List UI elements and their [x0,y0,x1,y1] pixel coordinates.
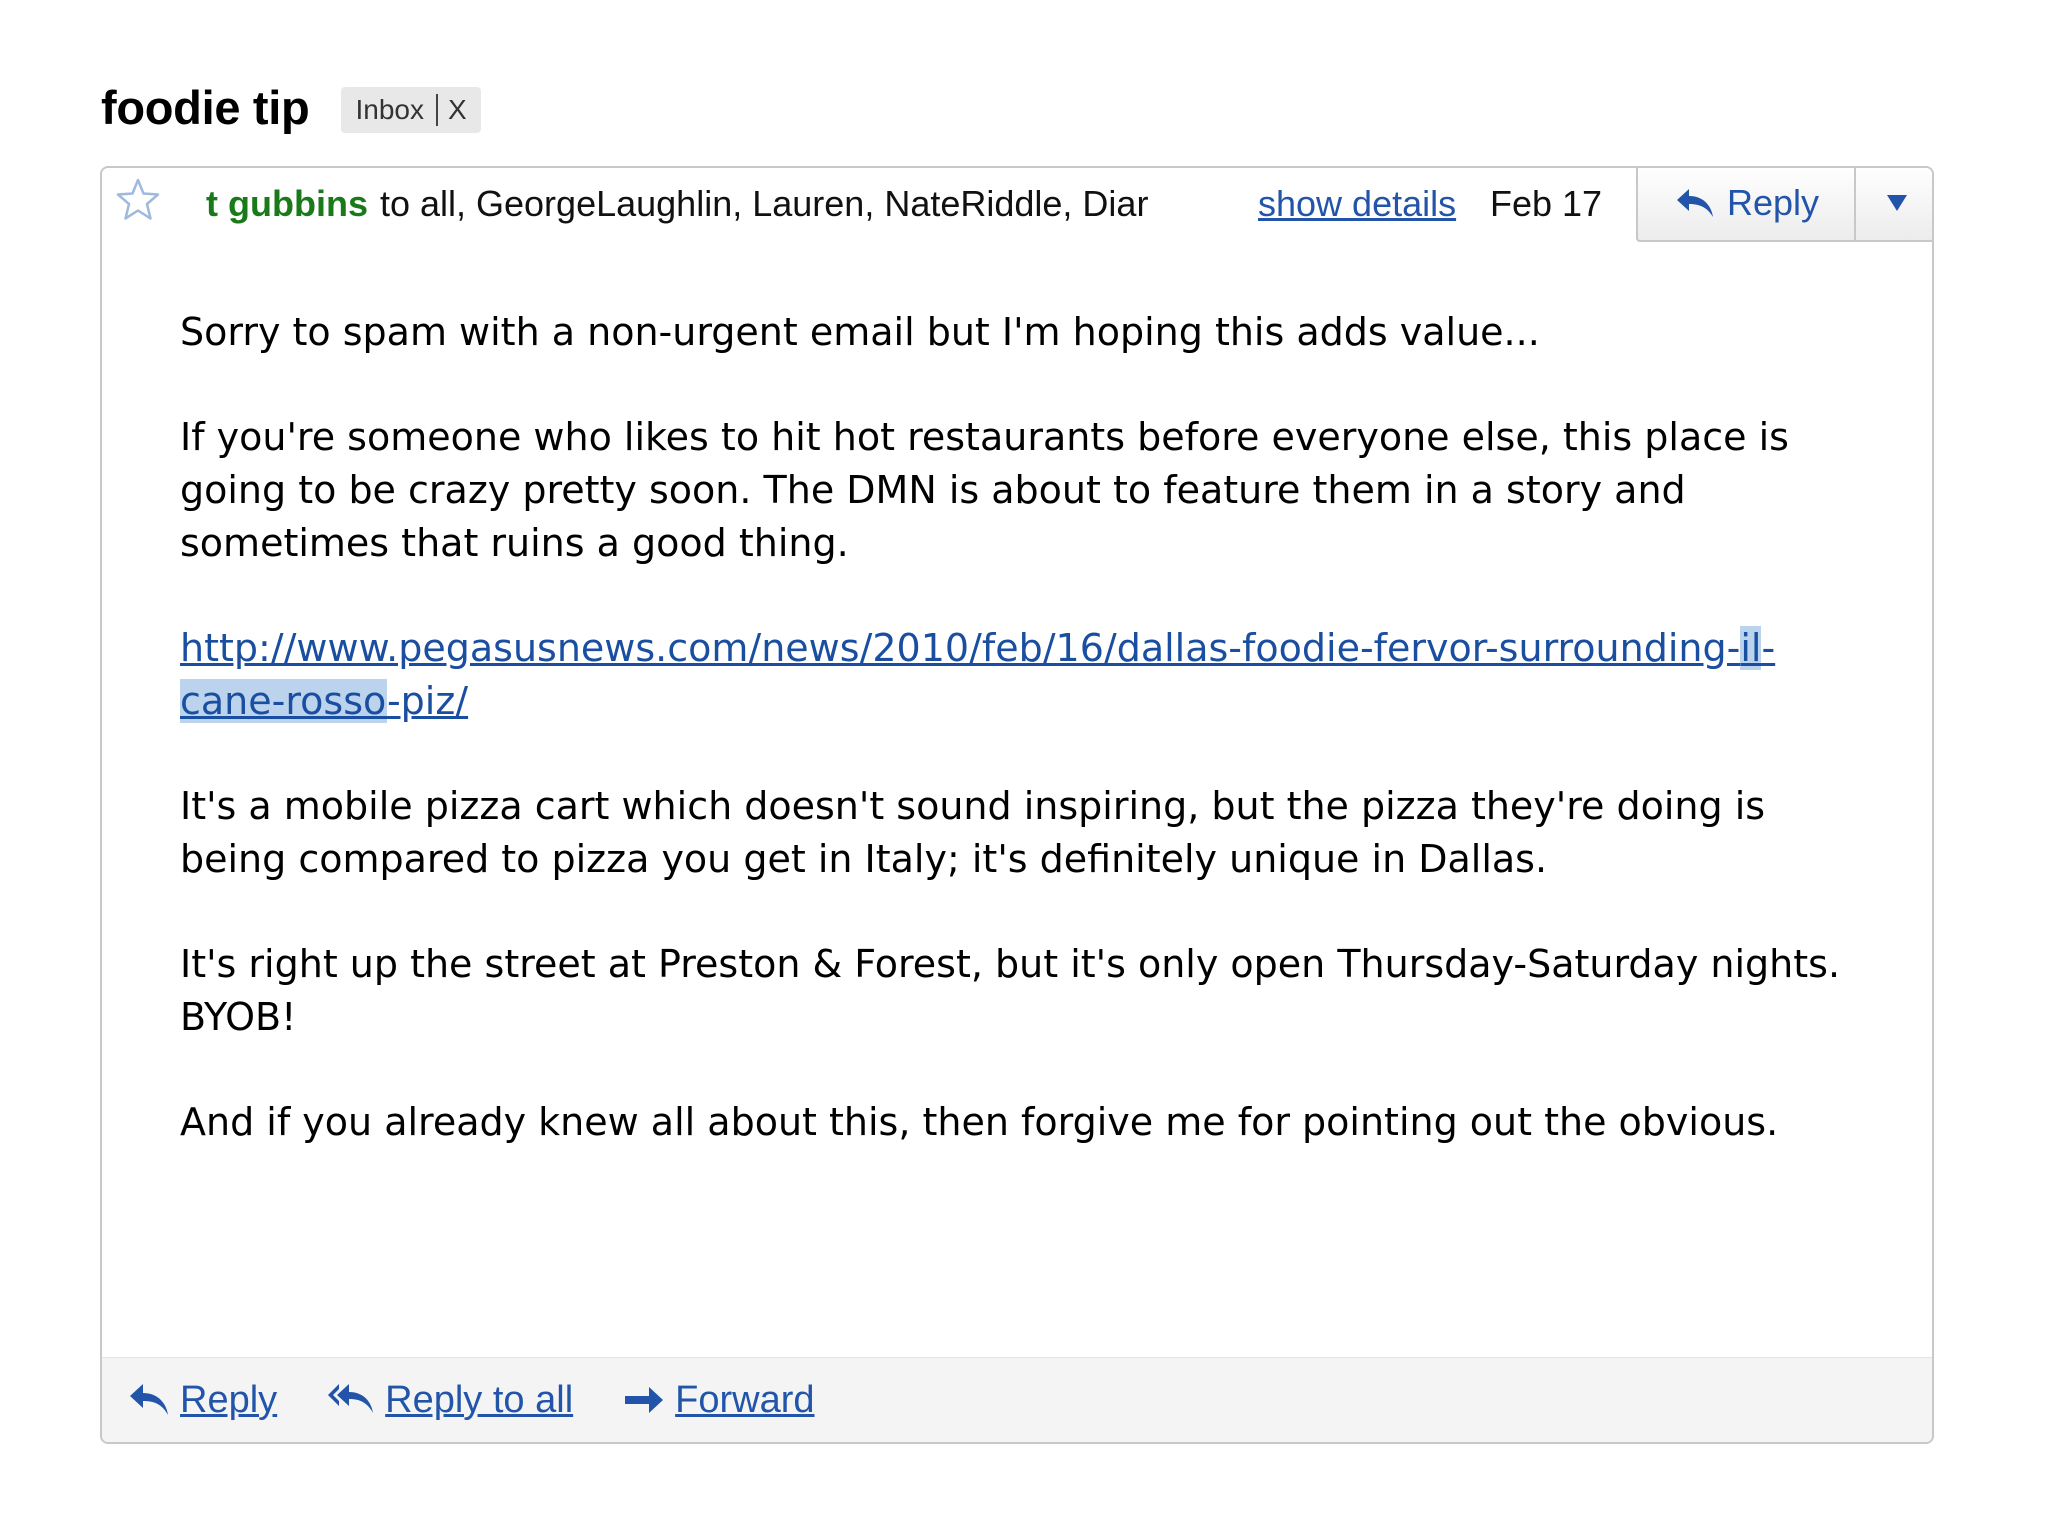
link-text[interactable]: -piz/ [387,679,468,723]
reply-arrow-icon [1676,189,1713,217]
body-paragraph: Sorry to spam with a non-urgent email bu… [180,310,1540,354]
footer-reply-all-label[interactable]: Reply to all [385,1379,573,1422]
subject-row: foodie tip Inbox X [101,72,481,142]
body-paragraph: If you're someone who likes to hit hot r… [180,415,1789,565]
reply-arrow-icon [130,1384,168,1415]
article-link[interactable]: http://www.pegasusnews.com/news/2010/feb… [180,626,1775,723]
star-icon[interactable] [114,176,162,224]
link-highlighted-text[interactable]: il [1740,626,1762,670]
inbox-label-chip[interactable]: Inbox X [341,87,481,133]
message-footer: Reply Reply to all Forward [102,1357,1932,1442]
footer-reply-label[interactable]: Reply [180,1379,277,1422]
message-date: Feb 17 [1490,183,1603,224]
reply-button[interactable]: Reply [1638,168,1856,240]
body-paragraph: It's a mobile pizza cart which doesn't s… [180,784,1766,881]
show-details-link[interactable]: show details [1258,168,1456,240]
message-body: Sorry to spam with a non-urgent email bu… [180,306,1880,1201]
link-text[interactable]: - [1761,626,1775,670]
sender-name[interactable]: t gubbins [206,183,368,225]
reply-button-label[interactable]: Reply [1727,182,1819,224]
link-text[interactable]: http://www.pegasusnews.com/news/2010/feb… [180,626,1740,670]
link-highlighted-text[interactable]: cane-rosso [180,679,387,723]
footer-forward-button[interactable]: Forward [621,1379,815,1422]
label-separator [435,94,438,126]
footer-reply-button[interactable]: Reply [126,1379,277,1422]
body-paragraph: And if you already knew all about this, … [180,1100,1779,1144]
reply-button-group: Reply [1636,168,1932,242]
forward-arrow-icon [625,1387,664,1413]
subject-title: foodie tip [101,80,310,134]
message-header: t gubbins to all, GeorgeLaughlin, Lauren… [102,168,1932,242]
message-card: t gubbins to all, GeorgeLaughlin, Lauren… [100,166,1934,1444]
body-paragraph: It's right up the street at Preston & Fo… [180,942,1841,1039]
sender-line: t gubbins to all, GeorgeLaughlin, Lauren… [206,168,1326,240]
footer-reply-all-button[interactable]: Reply to all [325,1379,573,1422]
inbox-label-text[interactable]: Inbox [355,94,424,126]
more-actions-dropdown[interactable] [1856,168,1932,240]
recipients-list: to all, GeorgeLaughlin, Lauren, NateRidd… [379,183,1149,224]
triangle-down-icon [1887,195,1907,211]
reply-all-icon [328,1384,374,1413]
footer-forward-label[interactable]: Forward [675,1379,814,1422]
body-link-paragraph: http://www.pegasusnews.com/news/2010/feb… [180,622,1880,728]
remove-label-button[interactable]: X [448,94,467,126]
